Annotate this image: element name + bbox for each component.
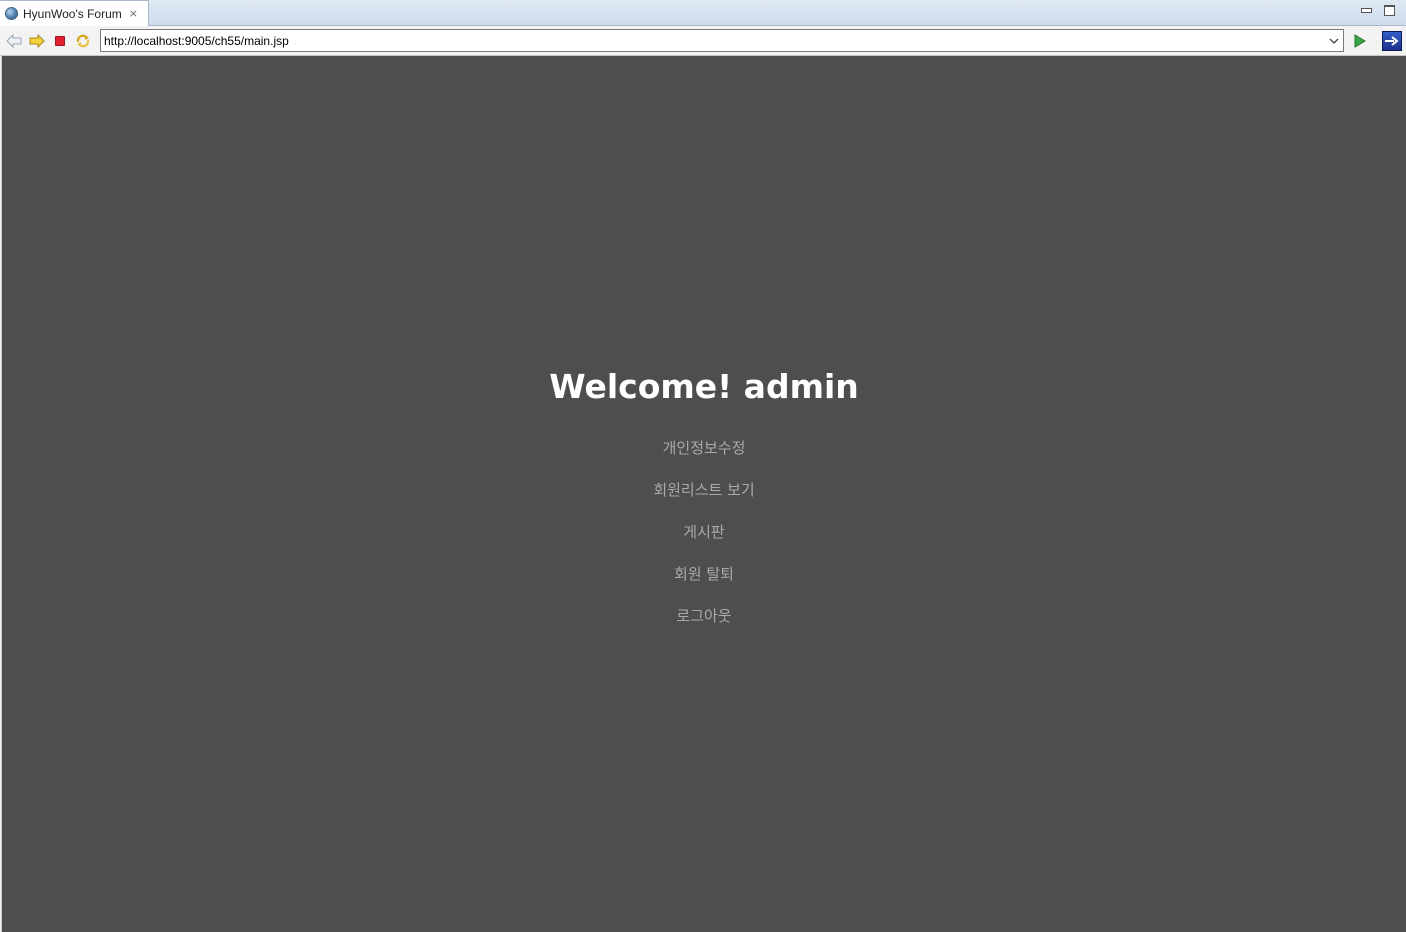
stop-icon <box>55 36 65 46</box>
maximize-icon[interactable] <box>1382 4 1396 16</box>
url-input[interactable] <box>101 30 1325 51</box>
tab-strip: HyunWoo's Forum ⨯ <box>0 0 1406 26</box>
stop-button[interactable] <box>51 32 69 50</box>
open-external-browser-button[interactable] <box>1381 30 1403 52</box>
menu-link-member-list[interactable]: 회원리스트 보기 <box>653 480 754 522</box>
chevron-down-icon <box>1329 38 1339 44</box>
menu-link-board[interactable]: 게시판 <box>683 522 724 564</box>
globe-icon <box>5 7 18 20</box>
welcome-heading: Welcome! admin <box>549 367 859 406</box>
browser-tab[interactable]: HyunWoo's Forum ⨯ <box>0 0 149 26</box>
browser-toolbar <box>0 26 1406 56</box>
go-button[interactable] <box>1351 32 1369 50</box>
refresh-button[interactable] <box>74 32 92 50</box>
refresh-icon <box>76 34 90 48</box>
page-viewport: Welcome! admin 개인정보수정 회원리스트 보기 게시판 회원 탈퇴… <box>1 56 1406 932</box>
open-external-browser-icon <box>1382 31 1402 51</box>
browser-window: HyunWoo's Forum ⨯ http://localhost:9005/… <box>0 0 1406 932</box>
main-menu: 개인정보수정 회원리스트 보기 게시판 회원 탈퇴 로그아웃 <box>653 438 754 648</box>
tab-title: HyunWoo's Forum <box>23 6 122 21</box>
back-arrow-icon <box>6 34 22 48</box>
url-history-dropdown[interactable] <box>1325 30 1343 51</box>
back-button[interactable] <box>5 32 23 50</box>
menu-link-logout[interactable]: 로그아웃 <box>676 606 731 648</box>
close-tab-icon[interactable]: ⨯ <box>129 8 138 19</box>
address-bar[interactable] <box>100 29 1344 52</box>
forward-button[interactable] <box>28 32 46 50</box>
menu-link-edit-profile[interactable]: 개인정보수정 <box>663 438 746 480</box>
main-content: Welcome! admin 개인정보수정 회원리스트 보기 게시판 회원 탈퇴… <box>2 366 1406 648</box>
go-icon <box>1354 34 1366 48</box>
forward-arrow-icon <box>29 34 45 48</box>
minimize-icon[interactable] <box>1359 4 1373 16</box>
menu-link-withdraw[interactable]: 회원 탈퇴 <box>674 564 734 606</box>
